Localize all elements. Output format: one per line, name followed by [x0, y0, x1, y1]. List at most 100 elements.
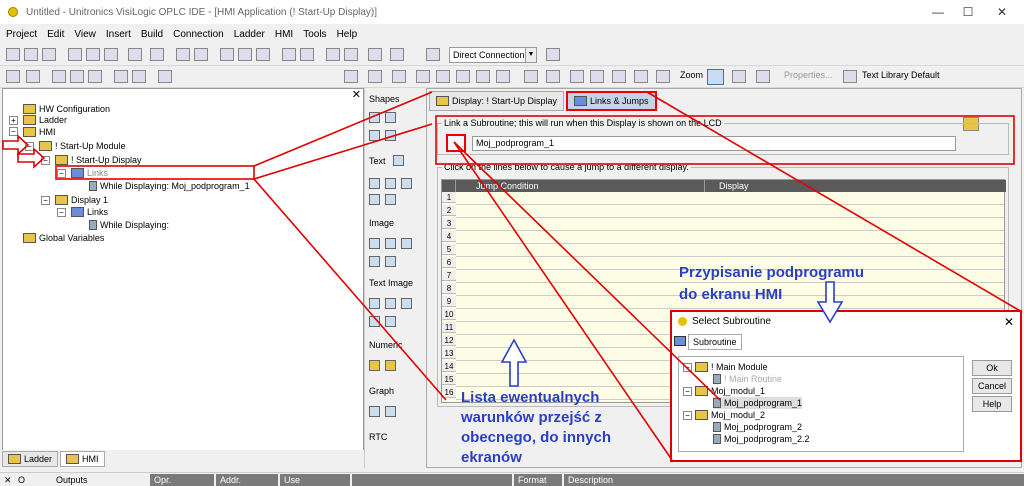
space3-icon[interactable] — [570, 70, 584, 83]
space4-icon[interactable] — [590, 70, 604, 83]
screen-icon[interactable] — [256, 48, 270, 61]
tab-links-jumps[interactable]: Links & Jumps — [566, 91, 657, 111]
row-number[interactable]: 8 — [442, 283, 456, 294]
align-top-icon[interactable] — [416, 70, 430, 83]
ladder-icon[interactable] — [220, 48, 234, 61]
align-center-icon[interactable] — [476, 70, 490, 83]
text-image-list-icon[interactable] — [385, 298, 396, 309]
row-number[interactable]: 9 — [442, 296, 456, 307]
table-row[interactable] — [456, 243, 1004, 244]
row-number[interactable]: 13 — [442, 348, 456, 359]
collapse-icon[interactable]: − — [683, 411, 692, 420]
tree-item-modul1[interactable]: Moj_modul_1 — [695, 385, 765, 397]
collapse-icon[interactable]: − — [683, 363, 692, 372]
grid-icon[interactable] — [158, 70, 172, 83]
tree-item-podprogram2[interactable]: Moj_podprogram_2 — [713, 421, 802, 433]
open-folder-icon[interactable] — [24, 48, 38, 61]
delete-icon[interactable] — [128, 48, 142, 61]
text-str-icon[interactable] — [385, 194, 396, 205]
row-number[interactable]: 1 — [442, 192, 456, 203]
close-window-button[interactable]: ✕ — [980, 0, 1024, 24]
row-number[interactable]: 16 — [442, 387, 456, 398]
align-middle-icon[interactable] — [436, 70, 450, 83]
tree-item-hmi[interactable]: HMI — [23, 126, 56, 138]
bar-graph-icon[interactable] — [369, 406, 380, 417]
row-number[interactable]: 12 — [442, 335, 456, 346]
book-icon[interactable] — [282, 48, 296, 61]
forward-arrow-icon[interactable] — [194, 48, 208, 61]
chevron-down-icon[interactable]: ▼ — [525, 48, 536, 62]
line-tool-icon[interactable] — [385, 130, 396, 141]
close-pane-icon[interactable]: ✕ — [352, 88, 361, 101]
row-number[interactable]: 2 — [442, 205, 456, 216]
table-row[interactable] — [456, 308, 1004, 309]
image-list-icon[interactable] — [385, 238, 396, 249]
table-row[interactable] — [456, 256, 1004, 257]
close-output-icon[interactable]: ✕ — [4, 474, 12, 486]
text-image-box-icon[interactable] — [385, 316, 396, 327]
tree-item-podprogram1[interactable]: Moj_podprogram_1 — [713, 397, 803, 409]
subroutine-field[interactable]: Moj_podprogram_1 — [472, 136, 956, 151]
save-icon[interactable] — [42, 48, 56, 61]
table-row[interactable] — [456, 217, 1004, 218]
numeric-tool-icon[interactable] — [369, 360, 380, 371]
grid-toggle-icon[interactable] — [612, 70, 626, 83]
collapse-icon[interactable]: − — [9, 127, 18, 136]
binoculars-icon[interactable] — [326, 48, 340, 61]
dialog-close-icon[interactable]: ✕ — [1004, 312, 1014, 332]
align-left-icon[interactable] — [6, 70, 20, 83]
space-icon[interactable] — [524, 70, 538, 83]
menu-build[interactable]: Build — [141, 29, 163, 40]
connection-select[interactable]: Direct Connection ▼ — [449, 47, 537, 63]
text-var-icon[interactable] — [369, 178, 380, 189]
tab-display[interactable]: Display: ! Start-Up Display — [429, 91, 565, 111]
paste-icon[interactable] — [104, 48, 118, 61]
font-icon[interactable] — [656, 70, 670, 83]
row-number[interactable]: 15 — [442, 374, 456, 385]
properties-button[interactable]: Properties... — [784, 70, 833, 80]
text-tool-icon[interactable] — [393, 155, 404, 166]
row-number[interactable]: 5 — [442, 244, 456, 255]
align-bottom-icon[interactable] — [456, 70, 470, 83]
connect-icon[interactable] — [426, 48, 440, 61]
image-tool-icon[interactable] — [369, 238, 380, 249]
tree-item-main-module[interactable]: ! Main Module — [695, 361, 768, 373]
text-list-icon[interactable] — [385, 178, 396, 189]
tree-item-while-displaying2[interactable]: While Displaying: — [89, 219, 169, 231]
text-library-label[interactable]: Text Library Default — [862, 70, 940, 80]
layout3-icon[interactable] — [392, 70, 406, 83]
row-number[interactable]: 7 — [442, 270, 456, 281]
order2-icon[interactable] — [70, 70, 84, 83]
help-button[interactable]: Help — [972, 396, 1012, 412]
hmi-view-icon[interactable] — [732, 70, 746, 83]
tree-item-startup-module[interactable]: ! Start-Up Module — [39, 140, 126, 152]
tab-subroutine[interactable]: Subroutine — [688, 334, 742, 350]
copy-icon[interactable] — [86, 48, 100, 61]
menu-hmi[interactable]: HMI — [275, 29, 293, 40]
table-icon[interactable] — [300, 48, 314, 61]
tree-item-ladder[interactable]: Ladder — [23, 114, 67, 126]
trend-graph-icon[interactable] — [385, 406, 396, 417]
row-number[interactable]: 3 — [442, 218, 456, 229]
stop-icon[interactable] — [368, 48, 382, 61]
text-image-bit-icon[interactable] — [401, 298, 412, 309]
tab-ladder[interactable]: Ladder — [2, 451, 59, 467]
link-subroutine-button[interactable] — [446, 134, 466, 152]
numeric-entry-icon[interactable] — [385, 360, 396, 371]
layout2-icon[interactable] — [368, 70, 382, 83]
hmi-icon[interactable] — [238, 48, 252, 61]
comm-settings-icon[interactable] — [546, 48, 560, 61]
new-file-icon[interactable] — [6, 48, 20, 61]
tree-item-links2[interactable]: Links — [71, 206, 108, 218]
menu-view[interactable]: View — [74, 29, 96, 40]
menu-ladder[interactable]: Ladder — [234, 29, 265, 40]
tree-item-global-vars[interactable]: Global Variables — [23, 232, 104, 244]
menu-connection[interactable]: Connection — [173, 29, 224, 40]
text-num-icon[interactable] — [369, 194, 380, 205]
menu-help[interactable]: Help — [337, 29, 358, 40]
collapse-icon[interactable]: − — [41, 156, 50, 165]
expand-icon[interactable]: + — [9, 116, 18, 125]
size-icon[interactable] — [114, 70, 128, 83]
collapse-icon[interactable]: − — [57, 208, 66, 217]
image-move-icon[interactable] — [385, 256, 396, 267]
